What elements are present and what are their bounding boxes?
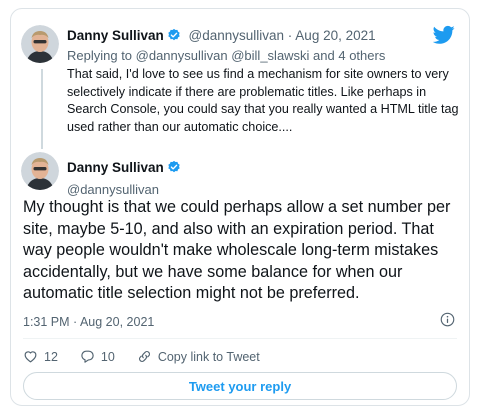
reply-count: 10 — [100, 349, 115, 364]
like-button[interactable]: 12 — [23, 349, 58, 364]
author-header: Danny Sullivan @dannysullivan — [67, 159, 181, 197]
parent-header: Danny Sullivan @dannysullivan · Aug 20, … — [67, 28, 376, 45]
replying-to[interactable]: Replying to @dannysullivan @bill_slawski… — [67, 48, 385, 63]
tweet-card: Danny Sullivan @dannysullivan · Aug 20, … — [10, 8, 470, 406]
author-avatar[interactable] — [21, 152, 59, 190]
author-handle[interactable]: @dannysullivan — [67, 182, 181, 197]
verified-badge-icon — [167, 160, 181, 179]
parent-handle-date: @dannysullivan · Aug 20, 2021 — [188, 28, 376, 43]
tweet-timestamp[interactable]: 1:31 PM · Aug 20, 2021 — [23, 315, 154, 329]
reply-button[interactable]: 10 — [80, 349, 115, 364]
divider — [23, 338, 457, 339]
thread-connector — [41, 69, 43, 149]
link-icon — [138, 351, 150, 362]
parent-tweet-text: That said, I'd love to see us find a mec… — [67, 67, 459, 134]
heart-icon — [24, 351, 37, 363]
reply-bubble-icon — [81, 350, 94, 363]
action-bar: 12 10 Copy link to Tweet — [23, 349, 282, 364]
tweet-your-reply-button[interactable]: Tweet your reply — [23, 372, 457, 400]
tweet-text: My thought is that we could perhaps allo… — [23, 198, 451, 302]
like-count: 12 — [44, 349, 58, 364]
copy-link-label: Copy link to Tweet — [157, 349, 260, 364]
info-icon[interactable] — [440, 312, 455, 327]
author-name[interactable]: Danny Sullivan — [67, 160, 164, 175]
parent-avatar[interactable] — [21, 25, 59, 63]
parent-author-name[interactable]: Danny Sullivan — [67, 28, 164, 43]
twitter-bird-icon[interactable] — [433, 25, 455, 45]
copy-link-button[interactable]: Copy link to Tweet — [137, 349, 260, 364]
verified-badge-icon — [167, 28, 181, 45]
